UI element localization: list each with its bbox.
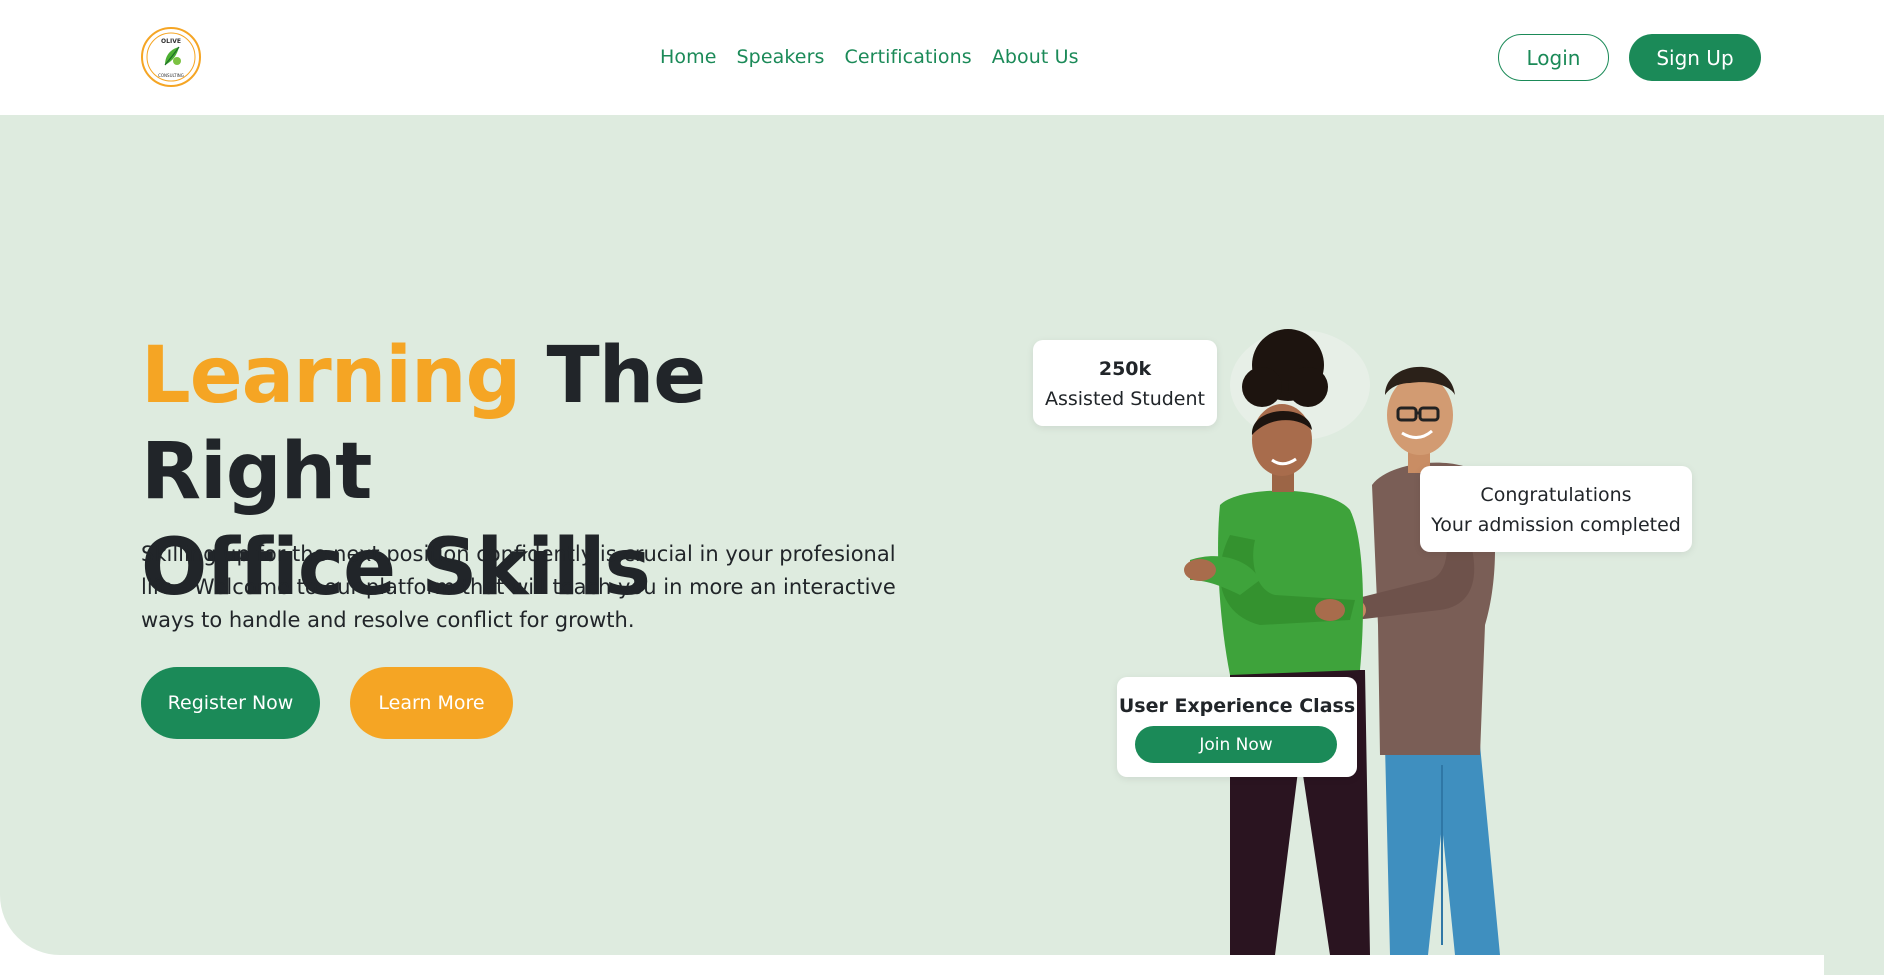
nav-certifications[interactable]: Certifications: [845, 46, 972, 68]
hero-title-accent: Learning: [141, 331, 521, 421]
assisted-students-card: 250k Assisted Student: [1033, 340, 1217, 426]
signup-button[interactable]: Sign Up: [1629, 34, 1761, 81]
class-card: User Experience Class Join Now: [1117, 677, 1357, 777]
congrats-message: Your admission completed: [1431, 514, 1681, 536]
hero-description: Skilling up for the next position confid…: [141, 542, 896, 632]
logo-text-bottom: CONSULTING: [158, 73, 184, 78]
nav-home[interactable]: Home: [660, 46, 717, 68]
register-now-button[interactable]: Register Now: [141, 667, 320, 739]
nav-about-us[interactable]: About Us: [992, 46, 1079, 68]
nav-speakers[interactable]: Speakers: [737, 46, 825, 68]
login-button[interactable]: Login: [1498, 34, 1609, 81]
learn-more-button[interactable]: Learn More: [350, 667, 513, 739]
class-title: User Experience Class: [1118, 695, 1356, 717]
admission-congrats-card: Congratulations Your admission completed: [1420, 466, 1692, 552]
main-nav: Home Speakers Certifications About Us: [660, 46, 1079, 68]
site-header: OLIVE CONSULTING Home Speakers Certifica…: [0, 0, 1884, 115]
congrats-title: Congratulations: [1480, 484, 1632, 506]
students-count: 250k: [1098, 358, 1152, 380]
logo-emblem-icon: OLIVE CONSULTING: [146, 32, 196, 82]
hero-students-image: [1184, 329, 1500, 955]
hero-corner-curve: [1824, 915, 1884, 975]
students-label: Assisted Student: [1044, 388, 1205, 410]
join-now-button[interactable]: Join Now: [1135, 726, 1337, 763]
hero-section: Learning The Right Office Skills Skillin…: [0, 115, 1884, 975]
logo-text-top: OLIVE: [161, 38, 181, 45]
olive-consulting-logo[interactable]: OLIVE CONSULTING: [141, 27, 201, 87]
